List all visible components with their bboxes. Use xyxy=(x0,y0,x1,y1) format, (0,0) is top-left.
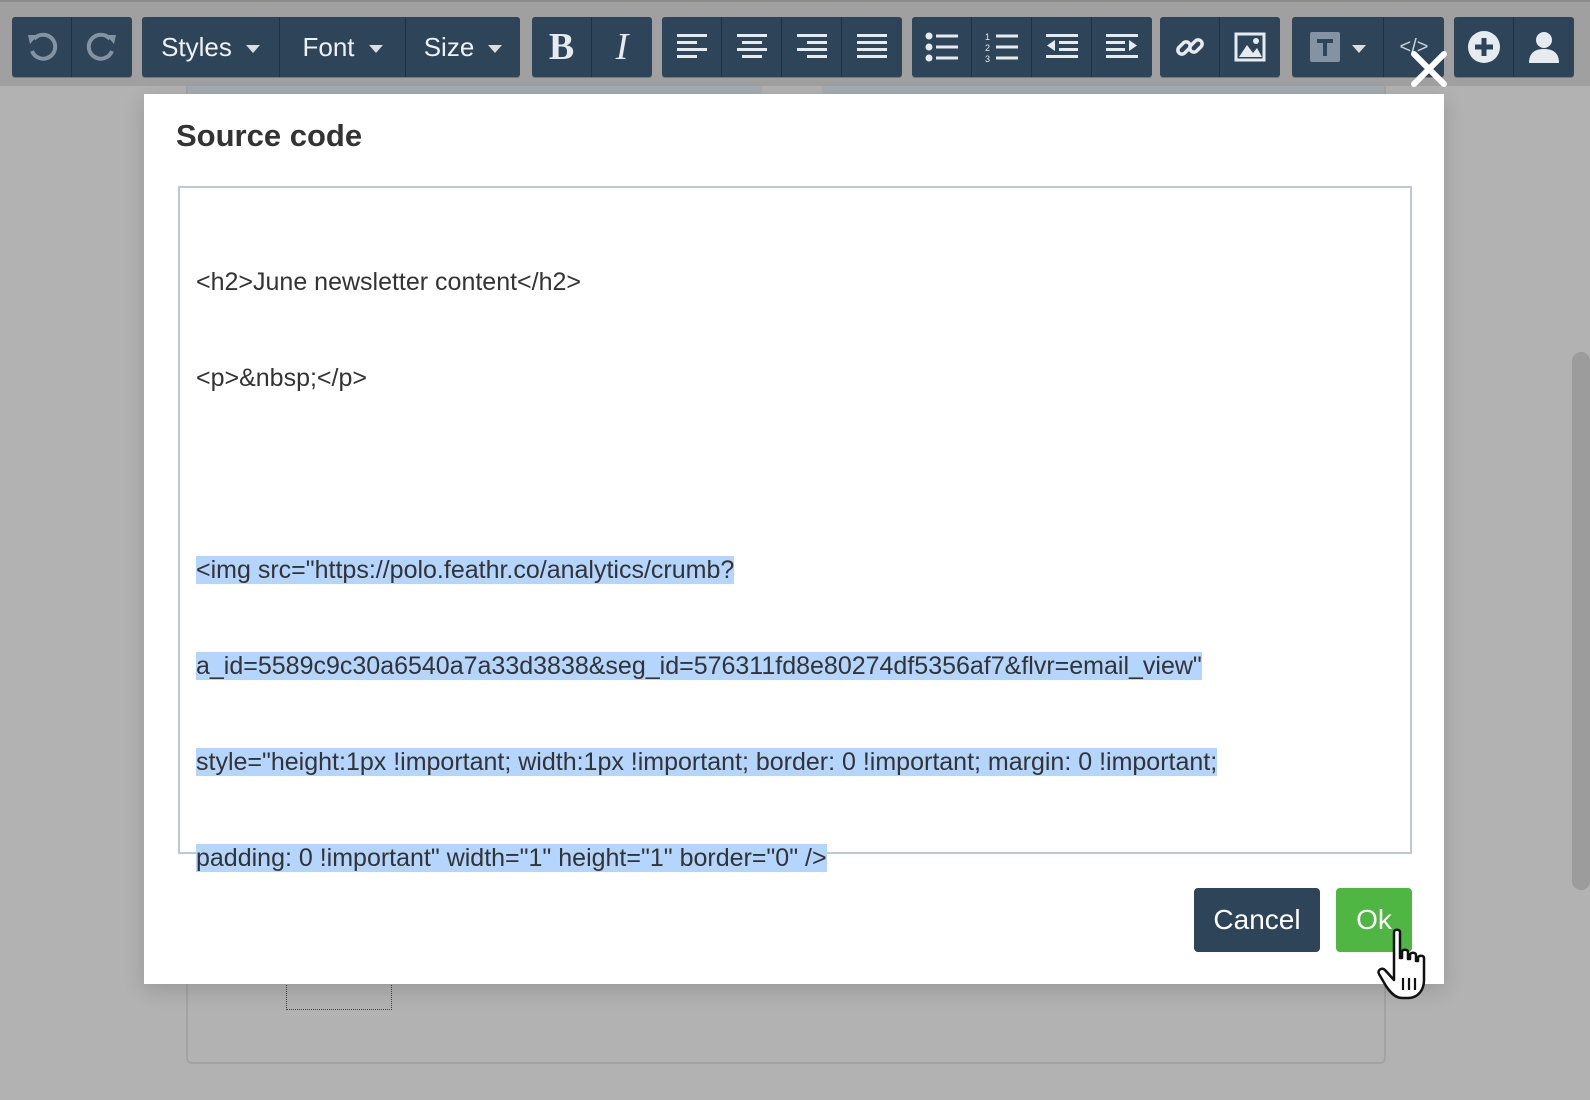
undo-button[interactable] xyxy=(12,17,72,77)
size-dropdown[interactable]: Size xyxy=(406,17,520,77)
numbered-list-icon: 123 xyxy=(985,32,1018,62)
numbered-list-button[interactable]: 123 xyxy=(972,17,1032,77)
image-button[interactable] xyxy=(1220,17,1280,77)
user-icon xyxy=(1529,32,1559,63)
code-line-selected: padding: 0 !important" width="1" height=… xyxy=(196,844,827,872)
add-icon xyxy=(1467,31,1500,63)
redo-button[interactable] xyxy=(72,17,132,77)
redo-icon xyxy=(86,32,116,61)
styles-dropdown[interactable]: Styles xyxy=(142,17,280,77)
undo-icon xyxy=(27,32,57,61)
align-right-icon xyxy=(796,34,827,58)
history-group xyxy=(12,17,132,77)
code-line-selected: style="height:1px !important; width:1px … xyxy=(196,748,1218,776)
align-center-button[interactable] xyxy=(722,17,782,77)
code-line: <h2>June newsletter content</h2> xyxy=(196,268,582,296)
add-button[interactable] xyxy=(1454,17,1514,77)
align-left-icon xyxy=(676,34,707,58)
styles-dropdown-label: Styles xyxy=(161,31,232,62)
align-left-button[interactable] xyxy=(662,17,722,77)
size-dropdown-label: Size xyxy=(423,31,475,62)
source-code-textarea[interactable]: <h2>June newsletter content</h2> <p>&nbs… xyxy=(178,186,1412,872)
page-scrollbar[interactable] xyxy=(1572,352,1590,890)
align-group xyxy=(662,17,902,77)
text-block-dropdown[interactable] xyxy=(1292,17,1384,77)
align-right-button[interactable] xyxy=(782,17,842,77)
italic-button[interactable]: I xyxy=(592,17,652,77)
text-block-icon xyxy=(1309,32,1340,62)
insert-group xyxy=(1160,17,1280,77)
user-button[interactable] xyxy=(1514,17,1574,77)
link-icon xyxy=(1175,38,1204,56)
editor-toolbar: Styles Font Size B I 1 2 3 </> xyxy=(0,0,1590,86)
align-center-icon xyxy=(736,34,767,58)
svg-text:2: 2 xyxy=(985,43,990,53)
image-placeholder xyxy=(286,982,392,1010)
font-dropdown-label: Font xyxy=(302,31,355,62)
chevron-down-icon xyxy=(245,45,260,53)
align-justify-icon xyxy=(857,34,887,58)
list-group: 123 xyxy=(912,17,1152,77)
indent-icon xyxy=(1106,34,1138,58)
format-group: B I xyxy=(532,17,652,77)
source-code-dialog: Source code <h2>June newsletter content<… xyxy=(144,94,1444,984)
svg-text:3: 3 xyxy=(985,54,990,62)
font-dropdown[interactable]: Font xyxy=(280,17,406,77)
chevron-down-icon xyxy=(368,45,383,53)
bullet-list-button[interactable] xyxy=(912,17,972,77)
outdent-button[interactable] xyxy=(1032,17,1092,77)
pointer-hand-icon xyxy=(1377,928,1426,1000)
code-line: <p>&nbsp;</p> xyxy=(196,364,367,392)
outdent-icon xyxy=(1045,34,1078,58)
chevron-down-icon xyxy=(488,45,503,53)
code-line-selected: <img src="https://polo.feathr.co/analyti… xyxy=(196,556,735,584)
chevron-down-icon xyxy=(1351,45,1366,53)
link-button[interactable] xyxy=(1160,17,1220,77)
dropdown-group: Styles Font Size xyxy=(142,17,520,77)
align-justify-button[interactable] xyxy=(842,17,902,77)
bullet-list-icon xyxy=(925,32,958,62)
bold-button[interactable]: B xyxy=(532,17,592,77)
dialog-title: Source code xyxy=(176,118,363,153)
cancel-button[interactable]: Cancel xyxy=(1194,888,1320,952)
svg-text:1: 1 xyxy=(985,32,990,42)
image-icon xyxy=(1234,32,1266,62)
close-icon[interactable] xyxy=(1406,46,1452,92)
extra-group xyxy=(1454,17,1574,77)
code-line-selected: a_id=5589c9c30a6540a7a33d3838&seg_id=576… xyxy=(196,652,1202,680)
indent-button[interactable] xyxy=(1092,17,1152,77)
